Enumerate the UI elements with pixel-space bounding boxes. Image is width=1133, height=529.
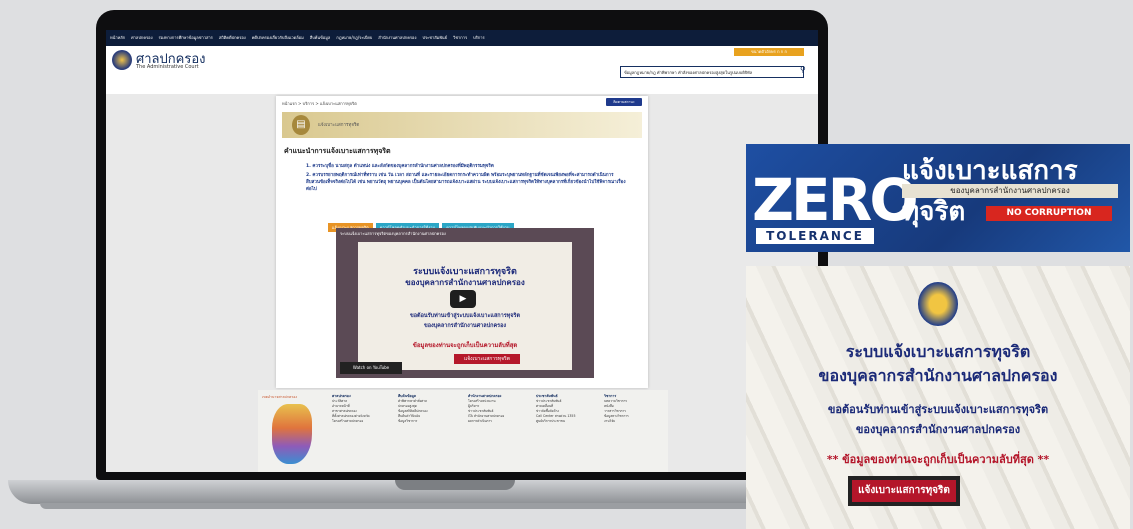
search-icon[interactable]: ⚲	[800, 65, 806, 74]
page-title: คำแนะนำการแจ้งเบาะแสการทุจริต	[284, 147, 391, 155]
play-icon[interactable]: ▶	[450, 290, 476, 308]
site-name-english: The Administrative Court	[136, 64, 199, 70]
poster-line-3: ขอต้อนรับท่านเข้าสู่ระบบแจ้งเบาะแสการทุจ…	[827, 403, 1049, 416]
nav-item[interactable]: ร่องทางการศึกษาข้อมูลข่าวสาร	[159, 35, 213, 40]
footer-link[interactable]: ข้อมูลวิชาการ	[398, 419, 456, 424]
site-header: ศาลปกครอง The Administrative Court ขนาดต…	[106, 46, 818, 94]
nav-item[interactable]: หน้าหลัก	[110, 35, 125, 40]
watch-on-youtube[interactable]: Watch on YouTube	[340, 362, 402, 374]
nav-item[interactable]: วิชาการ	[453, 35, 467, 40]
video-line-3: ขอต้อนรับท่านเข้าสู่ระบบแจ้งเบาะแสการทุจ…	[409, 313, 521, 319]
footer-column: ประชาสัมพันธ์ ข่าวประชาสัมพันธ์ ศาลเคลื่…	[536, 394, 594, 424]
video-cta: แจ้งเบาะแสการทุจริต	[454, 354, 520, 364]
nav-item[interactable]: สถิติคดีปกครอง	[219, 35, 246, 40]
footer-column: สืบค้นข้อมูล คำพิพากษาคำสั่งศาล ปกครองสู…	[398, 394, 456, 424]
laptop-screen: หน้าหลัก ศาลปกครอง ร่องทางการศึกษาข้อมูลข่…	[106, 30, 818, 472]
video-player[interactable]: ระบบแจ้งเบาะแสการทุจริตของบุคลากรสำนักงา…	[336, 228, 594, 378]
thailand-map-icon[interactable]	[272, 404, 312, 464]
content-card: หน้าแรก > บริการ > แจ้งเบาะแสการทุจริต ต…	[276, 96, 648, 388]
video-line-4: ของบุคลากรสำนักงานศาลปกครอง	[423, 323, 507, 329]
page-banner: ▤ แจ้งเบาะแสการทุจริต	[282, 112, 642, 138]
poster-line-4: ของบุคลากรสำนักงานศาลปกครอง	[855, 423, 1021, 436]
footer-link[interactable]: งานวิจัย	[604, 419, 662, 424]
nav-item[interactable]: สืบค้นข้อมูล	[310, 35, 331, 40]
footer-map-label: เขตอำนาจศาลปกครอง	[262, 395, 298, 399]
video-title[interactable]: ระบบแจ้งเบาะแสการทุจริตของบุคลากรสำนักงา…	[340, 230, 446, 237]
nav-item[interactable]: ศาลปกครอง	[131, 35, 152, 40]
poster-line-2: ของบุคลากรสำนักงานศาลปกครอง	[818, 366, 1058, 385]
poster-subtitle: ของบุคลากรสำนักงานศาลปกครอง	[902, 184, 1118, 198]
footer-column: สำนักงานศาลปกครอง โครงสร้างหน่วยงาน ผู้บ…	[468, 394, 526, 424]
court-emblem-icon[interactable]	[112, 50, 132, 70]
instruction-2: 2. ควรบรรยายพฤติการณ์เท่าที่ทราบ เช่น วั…	[306, 173, 626, 192]
poster-line-1: ระบบแจ้งเบาะแสการทุจริต	[845, 342, 1031, 361]
footer-column: วิชาการ บทความวิชาการ หนังสือ วารสารวิชา…	[604, 394, 662, 424]
font-size-control[interactable]: ขนาดตัวอักษร ก ก ก	[734, 48, 804, 56]
video-line-5: ข้อมูลของท่านจะถูกเก็บเป็นความลับที่สุด	[412, 342, 518, 349]
zero-tolerance-poster: ZERO TOLERANCE แจ้งเบาะแสการทุจริต ของบุ…	[746, 144, 1130, 252]
video-thumbnail: ระบบแจ้งเบาะแสการทุจริต ของบุคลากรสำนักง…	[358, 242, 572, 370]
top-navigation: หน้าหลัก ศาลปกครอง ร่องทางการศึกษาข้อมูลข่…	[106, 30, 818, 46]
poster-line-5: ** ข้อมูลของท่านจะถูกเก็บเป็นความลับที่ส…	[826, 453, 1050, 466]
nav-item[interactable]: คดีปกครองเกี่ยวกับสิ่งแวดล้อม	[252, 35, 304, 40]
instruction-1: 1. ควรระบุชื่อ นามสกุล ตำแหน่ง และสังกัด…	[306, 164, 494, 169]
laptop-notch	[395, 480, 515, 490]
action-buttons: แจ้งเบาะแสการทุจริตดาวน์โหลดคำแนะนำการใช…	[328, 214, 517, 232]
no-corruption-badge: NO CORRUPTION	[986, 206, 1112, 221]
status-button[interactable]: ติดตามสถานะ	[606, 98, 642, 106]
poster-cta-button: แจ้งเบาะแสการทุจริต	[852, 480, 956, 502]
nav-item[interactable]: ประชาสัมพันธ์	[422, 35, 447, 40]
nav-item[interactable]: กฎหมาย/กฎ/ระเบียบ	[336, 35, 372, 40]
banner-title: แจ้งเบาะแสการทุจริต	[318, 123, 360, 128]
video-line-2: ของบุคลากรสำนักงานศาลปกครอง	[405, 278, 525, 287]
court-emblem-icon	[918, 282, 958, 326]
search-input[interactable]: ข้อมูลกฎหมาย/กฎ คำพิพากษา คำสั่งของศาลปก…	[620, 66, 804, 78]
footer-link[interactable]: ศูนย์บริการประชาชน	[536, 419, 594, 424]
nav-item[interactable]: บริการ	[473, 35, 485, 40]
zero-text: ZERO	[752, 166, 919, 234]
site-footer: เขตอำนาจศาลปกครอง ศาลปกครอง ประวัติศาล อ…	[258, 390, 668, 472]
nav-item[interactable]: สำนักงานศาลปกครอง	[378, 35, 416, 40]
tolerance-text: TOLERANCE	[756, 228, 874, 244]
footer-link[interactable]: โครงสร้างศาลปกครอง	[332, 419, 390, 424]
footer-link[interactable]: ผลการดำเนินการ	[468, 419, 526, 424]
document-icon: ▤	[292, 115, 310, 135]
footer-column: ศาลปกครอง ประวัติศาล อำนาจหน้าที่ สาขาศา…	[332, 394, 390, 424]
system-poster: ระบบแจ้งเบาะแสการทุจริต ของบุคลากรสำนักง…	[746, 266, 1130, 529]
breadcrumb[interactable]: หน้าแรก > บริการ > แจ้งเบาะแสการทุจริต	[282, 100, 357, 107]
